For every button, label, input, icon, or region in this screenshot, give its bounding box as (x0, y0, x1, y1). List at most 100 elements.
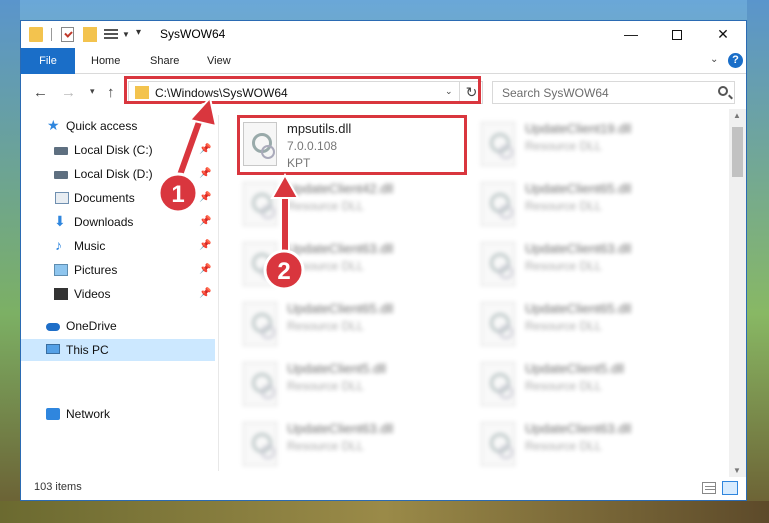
sidebar-item-local-disk-c[interactable]: Local Disk (C:) 📌 (21, 139, 215, 161)
file-type: Resource DLL (287, 259, 364, 273)
file-name: UpdateClient63.dll (287, 421, 394, 436)
file-item[interactable]: UpdateClient63.dll Resource DLL (477, 235, 697, 293)
file-item[interactable]: UpdateClient65.dll Resource DLL (477, 295, 697, 353)
file-name: UpdateClient19.dll (525, 121, 632, 136)
tab-share[interactable]: Share (150, 48, 179, 74)
file-item[interactable]: UpdateClient65.dll Resource DLL (239, 295, 459, 353)
file-name: UpdateClient63.dll (525, 421, 632, 436)
chevron-down-icon[interactable]: ▼ (122, 30, 130, 39)
scrollbar-thumb[interactable] (732, 127, 743, 177)
file-type: Resource DLL (287, 379, 364, 393)
pin-icon[interactable]: 📌 (199, 139, 211, 161)
customize-icon[interactable] (104, 27, 118, 42)
dll-file-icon (243, 302, 277, 346)
file-name: UpdateClient65.dll (525, 181, 632, 196)
pin-icon[interactable]: 📌 (199, 187, 211, 209)
onedrive-icon (46, 323, 60, 331)
tab-view[interactable]: View (207, 48, 231, 74)
music-icon: ♪ (55, 237, 62, 253)
file-item[interactable]: UpdateClient5.dll Resource DLL (239, 355, 459, 413)
search-input[interactable]: Search SysWOW64 (492, 81, 735, 104)
search-icon[interactable] (718, 86, 728, 96)
file-item[interactable]: UpdateClient42.dll Resource DLL (239, 175, 459, 233)
sidebar-item-videos[interactable]: Videos 📌 (21, 283, 215, 305)
pin-icon[interactable]: 📌 (199, 283, 211, 305)
desktop-background-bottom (0, 501, 769, 523)
sidebar-item-label: Network (66, 407, 111, 421)
pin-icon[interactable]: 📌 (199, 211, 211, 233)
dll-file-icon (481, 422, 515, 466)
sidebar-item-label: Local Disk (D:) (74, 167, 153, 181)
sidebar-item-downloads[interactable]: ⬇ Downloads 📌 (21, 211, 215, 233)
tiles-view-icon[interactable] (722, 481, 738, 495)
file-item[interactable]: UpdateClient65.dll Resource DLL (477, 175, 697, 233)
sidebar-item-pictures[interactable]: Pictures 📌 (21, 259, 215, 281)
tab-file[interactable]: File (21, 48, 75, 74)
pin-icon[interactable]: 📌 (199, 235, 211, 257)
sidebar-item-documents[interactable]: Documents 📌 (21, 187, 215, 209)
sidebar-item-label: Downloads (74, 215, 134, 229)
file-type: Resource DLL (525, 439, 602, 453)
help-icon[interactable]: ? (728, 53, 743, 68)
scroll-down-icon[interactable]: ▼ (733, 466, 741, 475)
pin-icon[interactable]: 📌 (199, 163, 211, 185)
scroll-up-icon[interactable]: ▲ (733, 111, 741, 120)
pc-icon (46, 344, 60, 354)
file-item[interactable]: UpdateClient63.dll Resource DLL (239, 235, 459, 293)
dll-file-icon (481, 182, 515, 226)
sidebar-item-music[interactable]: ♪ Music 📌 (21, 235, 215, 257)
sidebar-item-label: This PC (66, 343, 109, 357)
network-icon (46, 408, 60, 420)
properties-check-icon[interactable] (61, 27, 74, 42)
forward-arrow-icon[interactable]: → (61, 84, 76, 101)
file-type: Resource DLL (287, 319, 364, 333)
documents-icon (55, 192, 69, 204)
file-type: Resource DLL (525, 199, 602, 213)
sidebar-item-label: Pictures (74, 263, 118, 277)
file-item[interactable]: UpdateClient63.dll Resource DLL (239, 415, 459, 473)
sidebar-item-this-pc[interactable]: This PC (21, 339, 215, 361)
file-type: Resource DLL (525, 259, 602, 273)
file-type: Resource DLL (287, 439, 364, 453)
item-count: 103 items (34, 481, 82, 493)
tab-home[interactable]: Home (91, 48, 120, 74)
file-name: UpdateClient65.dll (525, 301, 632, 316)
back-arrow-icon[interactable]: ← (33, 84, 48, 101)
dll-file-icon (481, 122, 515, 166)
dll-file-icon (481, 302, 515, 346)
sidebar-item-local-disk-d[interactable]: Local Disk (D:) 📌 (21, 163, 215, 185)
disk-icon (54, 147, 68, 155)
quick-access-toolbar-dropdown-icon[interactable]: ▾ (136, 27, 141, 38)
status-bar: 103 items (21, 477, 746, 500)
minimize-button[interactable]: — (608, 21, 654, 48)
sidebar-item-onedrive[interactable]: OneDrive (21, 315, 215, 337)
dll-file-icon (243, 242, 277, 286)
sidebar-item-label: Documents (74, 191, 135, 205)
maximize-button[interactable] (654, 21, 700, 48)
file-name: UpdateClient5.dll (525, 361, 625, 376)
file-name: UpdateClient63.dll (287, 241, 394, 256)
vertical-scrollbar[interactable]: ▲ ▼ (729, 109, 746, 477)
file-item[interactable]: UpdateClient63.dll Resource DLL (477, 415, 697, 473)
up-arrow-icon[interactable]: ↑ (107, 84, 115, 101)
file-item[interactable]: UpdateClient19.dll Resource DLL (477, 115, 697, 173)
folder-icon (29, 27, 43, 42)
dll-file-icon (243, 362, 277, 406)
desktop-background-left (0, 0, 20, 523)
sidebar-item-label: Videos (74, 287, 111, 301)
recent-locations-icon[interactable]: ▾ (90, 86, 95, 97)
new-folder-icon[interactable] (83, 27, 97, 42)
details-view-icon[interactable] (702, 482, 716, 494)
pin-icon[interactable]: 📌 (199, 259, 211, 281)
close-button[interactable]: ✕ (700, 21, 746, 48)
ribbon-tabs: File Home Share View ⌄ ? (21, 48, 746, 74)
dll-file-icon (481, 362, 515, 406)
sidebar-item-network[interactable]: Network (21, 403, 215, 425)
file-name: UpdateClient5.dll (287, 361, 387, 376)
sidebar-item-label: Quick access (66, 119, 138, 133)
videos-icon (54, 288, 68, 300)
expand-ribbon-icon[interactable]: ⌄ (710, 54, 718, 65)
file-item[interactable]: UpdateClient5.dll Resource DLL (477, 355, 697, 413)
address-bar-highlight (124, 76, 481, 104)
sidebar-item-quick-access[interactable]: ★ Quick access (21, 115, 215, 137)
